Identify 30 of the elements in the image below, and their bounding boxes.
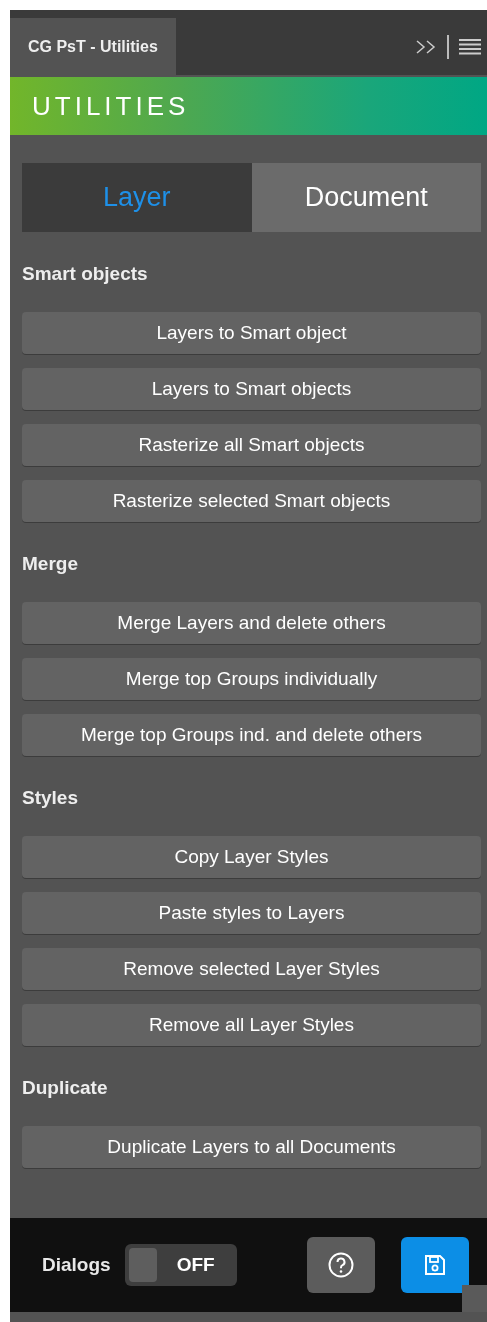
tab[interactable]: Document bbox=[251, 163, 481, 232]
action-button[interactable]: Merge top Groups individually bbox=[22, 658, 481, 700]
action-button[interactable]: Rasterize selected Smart objects bbox=[22, 480, 481, 522]
section-heading: Merge bbox=[22, 552, 79, 576]
save-icon bbox=[422, 1253, 447, 1277]
expand-icon[interactable] bbox=[415, 39, 437, 54]
dialogs-label: Dialogs bbox=[42, 1254, 111, 1276]
action-button[interactable]: Layers to Smart objects bbox=[22, 368, 481, 410]
action-button[interactable]: Merge top Groups ind. and delete others bbox=[22, 714, 481, 756]
action-button[interactable]: Copy Layer Styles bbox=[22, 836, 481, 878]
section-heading: Duplicate bbox=[22, 1076, 109, 1100]
section-heading: Styles bbox=[22, 786, 79, 810]
dialogs-toggle[interactable]: OFF bbox=[124, 1244, 237, 1286]
action-button[interactable]: Paste styles to Layers bbox=[22, 892, 481, 934]
panel-tab[interactable]: CG PsT - Utilities bbox=[10, 18, 176, 75]
resize-handle[interactable] bbox=[462, 1285, 487, 1312]
action-button[interactable]: Layers to Smart object bbox=[22, 312, 481, 354]
separator-icon bbox=[447, 34, 449, 59]
action-button[interactable]: Rasterize all Smart objects bbox=[22, 424, 481, 466]
banner-title: UTILITIES bbox=[32, 90, 190, 122]
section-heading: Smart objects bbox=[22, 262, 149, 286]
tab[interactable]: Layer bbox=[22, 163, 252, 232]
action-button[interactable]: Remove all Layer Styles bbox=[22, 1004, 481, 1046]
action-button[interactable]: Duplicate Layers to all Documents bbox=[22, 1126, 481, 1168]
help-button[interactable] bbox=[306, 1237, 375, 1293]
action-button[interactable]: Merge Layers and delete others bbox=[22, 602, 481, 644]
menu-icon[interactable] bbox=[459, 38, 481, 55]
action-button[interactable]: Remove selected Layer Styles bbox=[22, 948, 481, 990]
save-button[interactable] bbox=[400, 1237, 469, 1293]
help-icon bbox=[327, 1252, 354, 1278]
